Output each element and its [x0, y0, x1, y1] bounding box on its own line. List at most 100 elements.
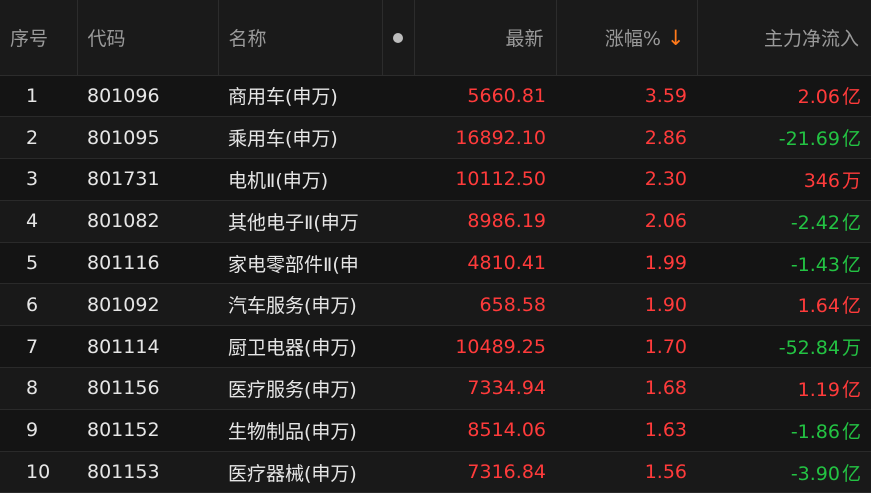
cell-name: 电机Ⅱ(申万)	[218, 158, 382, 201]
cell-code: 801731	[77, 158, 218, 201]
cell-latest: 7334.94	[414, 367, 556, 410]
cell-latest: 8986.19	[414, 200, 556, 243]
cell-inflow: -1.43 亿	[697, 242, 871, 285]
inflow-unit: 亿	[841, 420, 861, 443]
cell-change: 2.06	[556, 200, 697, 243]
inflow-value: 346	[803, 169, 840, 192]
cell-code: 801095	[77, 116, 218, 160]
table-row[interactable]: 10 801153 医疗器械(申万) 7316.84 1.56 -3.90 亿	[0, 451, 871, 493]
inflow-unit: 亿	[841, 211, 861, 234]
cell-flag	[382, 451, 414, 493]
cell-seq: 4	[0, 200, 77, 243]
cell-name: 生物制品(申万)	[218, 409, 382, 452]
cell-change: 2.30	[556, 158, 697, 201]
cell-inflow: -52.84 万	[697, 325, 871, 369]
cell-name: 其他电子Ⅱ(申万	[218, 200, 382, 243]
cell-seq: 5	[0, 242, 77, 285]
column-header-change-label: 涨幅%	[604, 27, 661, 50]
cell-change: 1.68	[556, 367, 697, 410]
cell-code: 801114	[77, 325, 218, 369]
table-row[interactable]: 6 801092 汽车服务(申万) 658.58 1.90 1.64 亿	[0, 283, 871, 327]
table-row[interactable]: 1 801096 商用车(申万) 5660.81 3.59 2.06 亿	[0, 75, 871, 118]
cell-inflow: -1.86 亿	[697, 409, 871, 452]
inflow-unit: 亿	[841, 128, 861, 151]
table-row[interactable]: 7 801114 厨卫电器(申万) 10489.25 1.70 -52.84 万	[0, 325, 871, 369]
cell-latest: 4810.41	[414, 242, 556, 285]
cell-latest: 7316.84	[414, 451, 556, 493]
cell-inflow: 1.19 亿	[697, 367, 871, 410]
cell-latest: 5660.81	[414, 75, 556, 118]
cell-code: 801156	[77, 367, 218, 410]
cell-inflow: 2.06 亿	[697, 75, 871, 118]
column-header-inflow[interactable]: 主力净流入	[697, 0, 871, 76]
cell-code: 801153	[77, 451, 218, 493]
table-row[interactable]: 2 801095 乘用车(申万) 16892.10 2.86 -21.69 亿	[0, 116, 871, 160]
cell-flag	[382, 367, 414, 410]
arrow-down-icon: ↓	[666, 25, 685, 50]
circle-dot-icon	[393, 32, 403, 43]
cell-flag	[382, 242, 414, 285]
column-header-code[interactable]: 代码	[77, 0, 219, 76]
cell-change: 1.70	[556, 325, 697, 369]
cell-change: 2.86	[556, 116, 697, 160]
cell-code: 801092	[77, 283, 218, 327]
cell-flag	[382, 325, 414, 369]
cell-flag	[382, 200, 414, 243]
inflow-value: -52.84	[778, 337, 840, 360]
table-row[interactable]: 5 801116 家电零部件Ⅱ(申 4810.41 1.99 -1.43 亿	[0, 242, 871, 285]
inflow-unit: 亿	[841, 378, 861, 401]
inflow-unit: 亿	[841, 86, 861, 109]
cell-seq: 6	[0, 283, 77, 327]
cell-flag	[382, 283, 414, 327]
table-row[interactable]: 3 801731 电机Ⅱ(申万) 10112.50 2.30 346 万	[0, 158, 871, 201]
cell-seq: 10	[0, 451, 77, 493]
inflow-value: -2.42	[790, 211, 840, 234]
cell-name: 汽车服务(申万)	[218, 283, 382, 327]
cell-name: 厨卫电器(申万)	[218, 325, 382, 369]
column-header-seq[interactable]: 序号	[0, 0, 78, 76]
cell-latest: 10112.50	[414, 158, 556, 201]
cell-code: 801152	[77, 409, 218, 452]
cell-code: 801096	[77, 75, 218, 118]
column-header-flag[interactable]	[382, 0, 415, 76]
cell-name: 乘用车(申万)	[218, 116, 382, 160]
column-header-latest[interactable]: 最新	[414, 0, 557, 76]
inflow-unit: 万	[841, 169, 861, 192]
cell-latest: 10489.25	[414, 325, 556, 369]
cell-inflow: 346 万	[697, 158, 871, 201]
inflow-unit: 亿	[841, 462, 861, 485]
cell-seq: 3	[0, 158, 77, 201]
inflow-value: -3.90	[790, 462, 840, 485]
table-header-row: 序号 代码 名称 最新 涨幅% ↓ 主力净流入	[0, 0, 871, 76]
cell-seq: 9	[0, 409, 77, 452]
table-row[interactable]: 9 801152 生物制品(申万) 8514.06 1.63 -1.86 亿	[0, 409, 871, 452]
cell-flag	[382, 116, 414, 160]
cell-code: 801116	[77, 242, 218, 285]
cell-change: 1.99	[556, 242, 697, 285]
table-row[interactable]: 4 801082 其他电子Ⅱ(申万 8986.19 2.06 -2.42 亿	[0, 200, 871, 243]
cell-change: 1.63	[556, 409, 697, 452]
column-header-name[interactable]: 名称	[218, 0, 383, 76]
inflow-unit: 亿	[841, 295, 861, 318]
cell-name: 医疗器械(申万)	[218, 451, 382, 493]
inflow-value: -1.43	[790, 253, 840, 276]
cell-name: 商用车(申万)	[218, 75, 382, 118]
cell-name: 医疗服务(申万)	[218, 367, 382, 410]
cell-seq: 1	[0, 75, 77, 118]
cell-seq: 8	[0, 367, 77, 410]
table-row[interactable]: 8 801156 医疗服务(申万) 7334.94 1.68 1.19 亿	[0, 367, 871, 410]
cell-name: 家电零部件Ⅱ(申	[218, 242, 382, 285]
cell-inflow: -2.42 亿	[697, 200, 871, 243]
inflow-value: -1.86	[790, 420, 840, 443]
cell-code: 801082	[77, 200, 218, 243]
inflow-value: 1.64	[797, 295, 840, 318]
inflow-value: 2.06	[797, 86, 840, 109]
cell-inflow: 1.64 亿	[697, 283, 871, 327]
inflow-unit: 万	[841, 337, 861, 360]
cell-flag	[382, 158, 414, 201]
cell-change: 1.90	[556, 283, 697, 327]
column-header-change[interactable]: 涨幅% ↓	[556, 0, 698, 76]
sector-ranking-table: 序号 代码 名称 最新 涨幅% ↓ 主力净流入 1 801096 商用车(申万) …	[0, 0, 871, 493]
cell-flag	[382, 409, 414, 452]
cell-flag	[382, 75, 414, 118]
